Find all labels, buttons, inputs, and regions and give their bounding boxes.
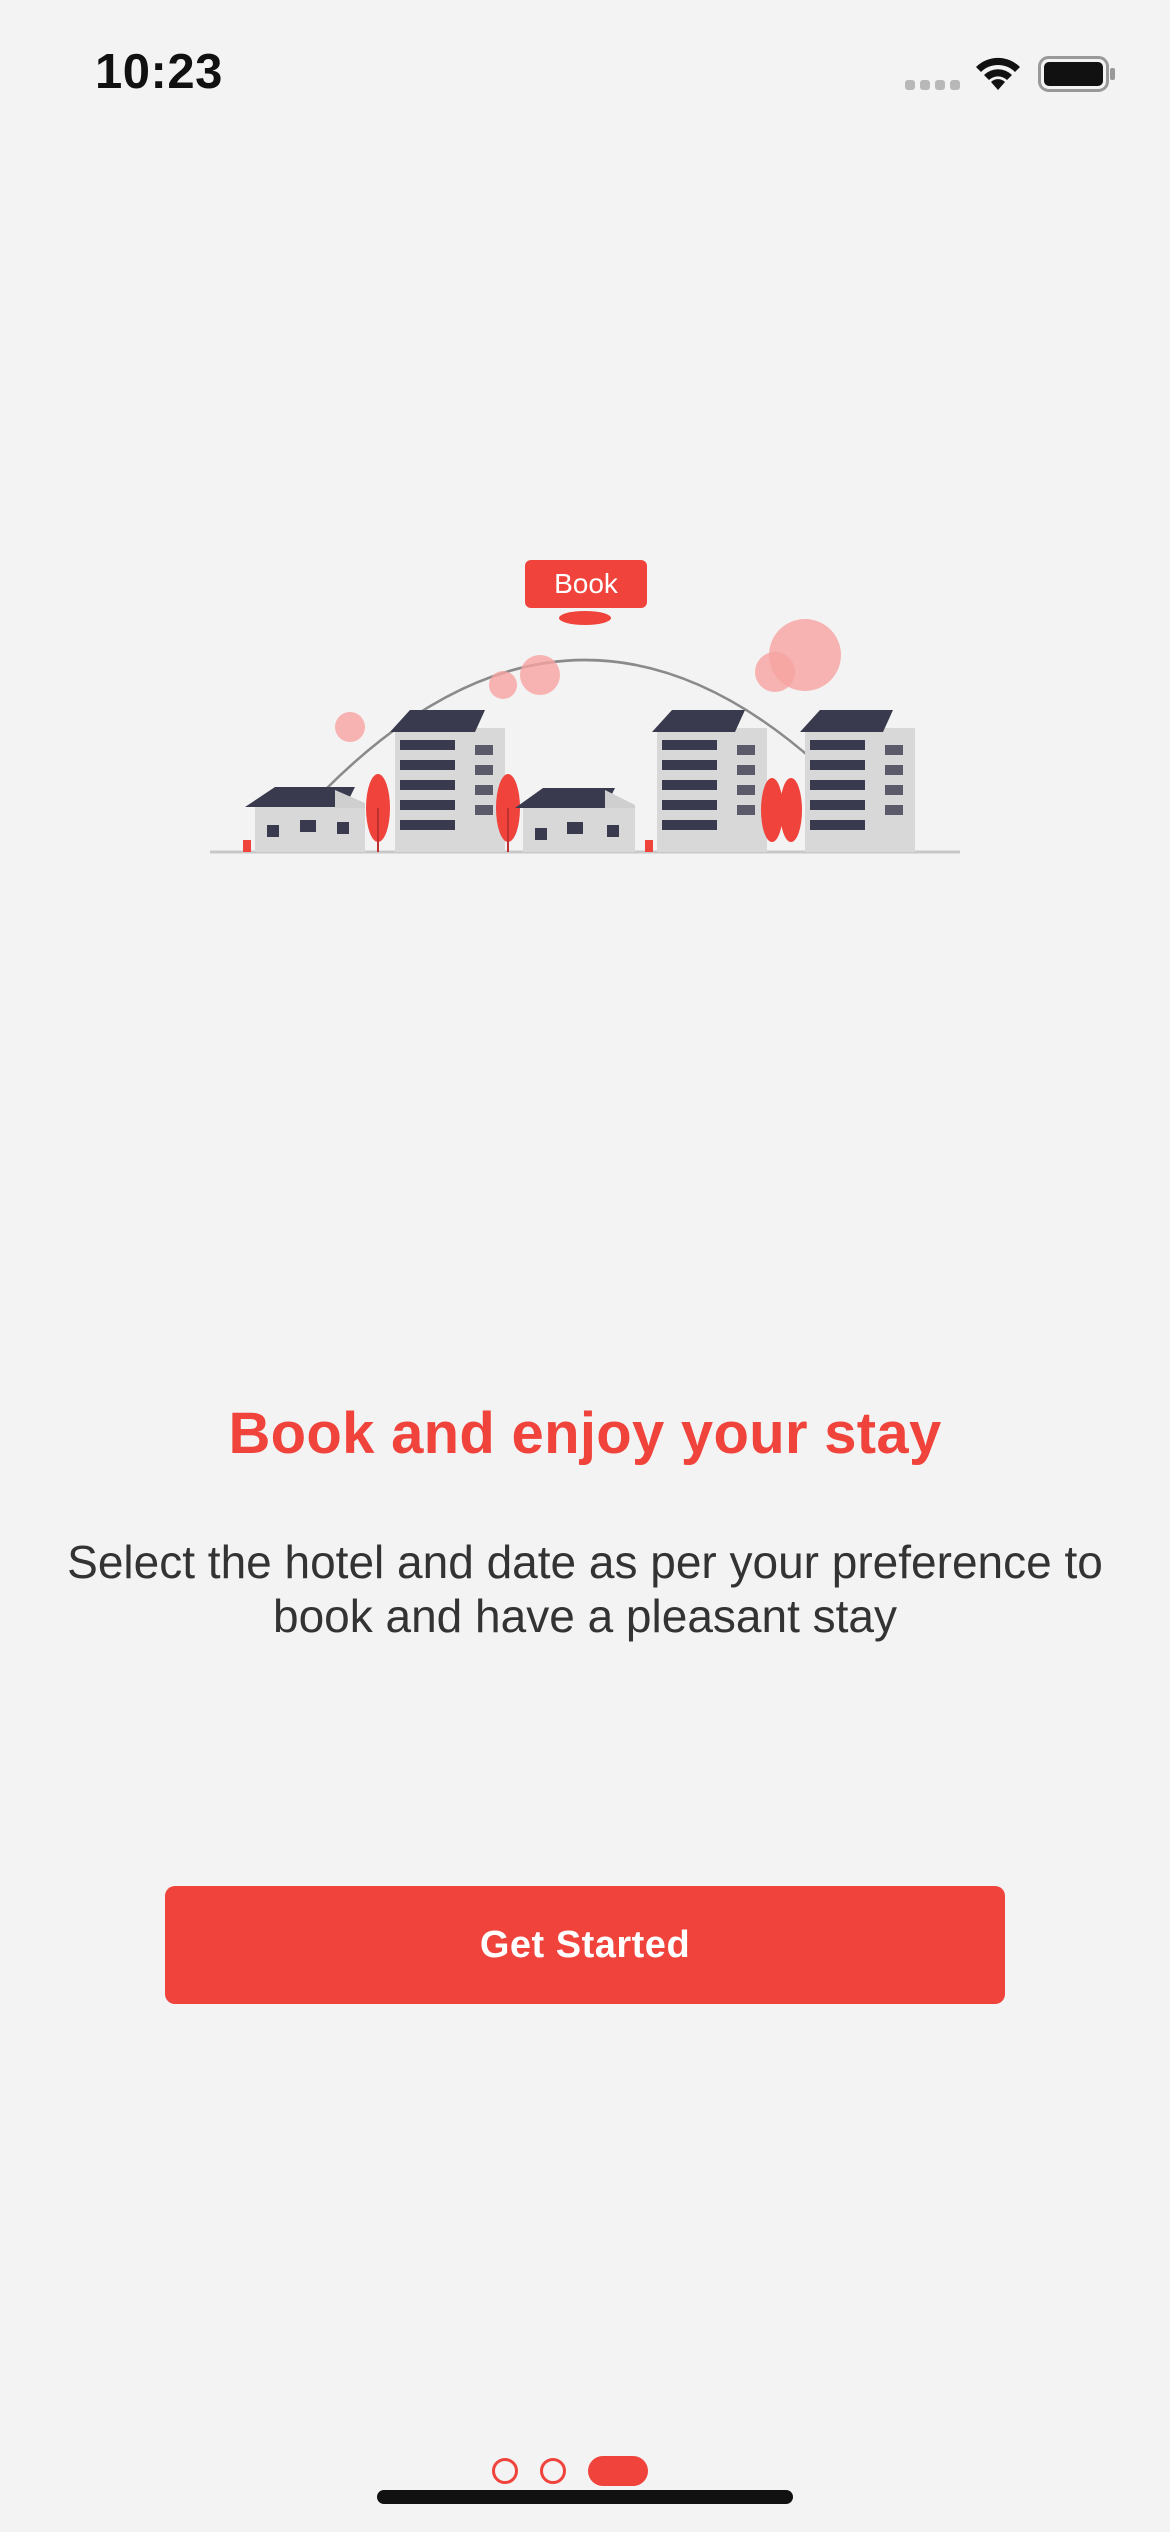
get-started-button[interactable]: Get Started <box>165 1886 1005 2004</box>
onboarding-description: Select the hotel and date as per your pr… <box>67 1536 1103 1642</box>
wifi-icon <box>976 57 1020 90</box>
book-badge: Book <box>525 560 647 608</box>
battery-icon <box>1038 56 1115 92</box>
status-bar: 10:23 <box>0 0 1170 150</box>
status-time: 10:23 <box>95 45 223 99</box>
page-dot-1[interactable] <box>492 2458 518 2484</box>
page-dot-3-active[interactable] <box>588 2456 648 2486</box>
page-indicator[interactable] <box>492 2455 648 2487</box>
onboarding-title: Book and enjoy your stay <box>228 1401 942 1466</box>
hotel-booking-illustration: Book <box>210 560 960 854</box>
page-dot-2[interactable] <box>540 2458 566 2484</box>
book-badge-label: Book <box>554 568 619 599</box>
signal-icon <box>905 80 961 92</box>
home-indicator[interactable] <box>377 2490 793 2504</box>
